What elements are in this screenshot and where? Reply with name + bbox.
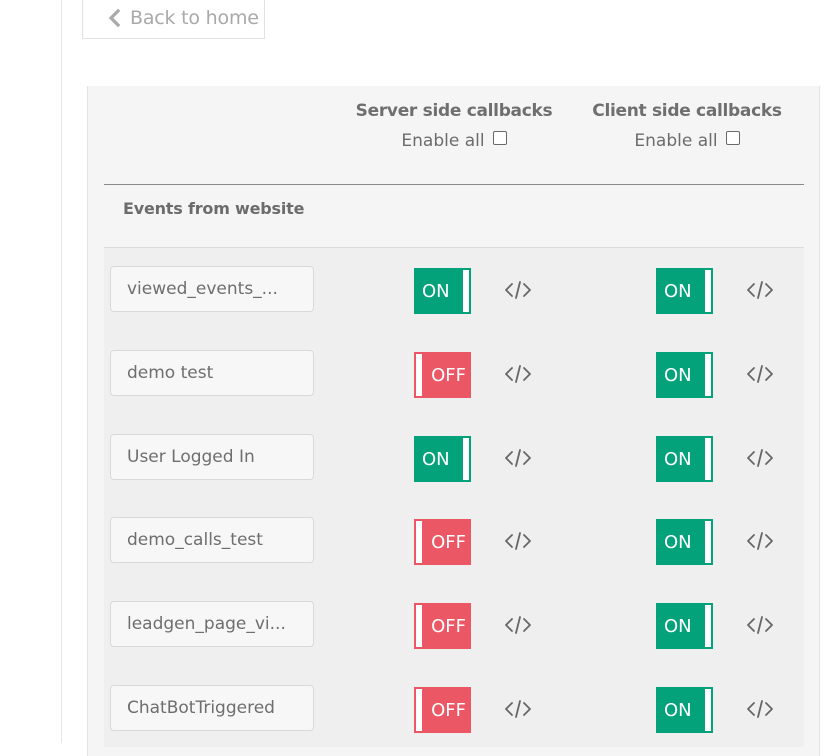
server-callback-toggle[interactable]: ON	[414, 268, 471, 314]
code-icon[interactable]	[504, 529, 532, 553]
client-column-header: Client side callbacks Enable all	[577, 101, 797, 151]
event-row: viewed_events_... ON ON	[0, 266, 837, 314]
server-callback-toggle[interactable]: OFF	[414, 603, 471, 649]
client-callback-toggle[interactable]: ON	[656, 436, 713, 482]
code-icon[interactable]	[746, 613, 774, 637]
client-toggle-label: ON	[664, 615, 692, 637]
event-row: demo test OFF ON	[0, 350, 837, 398]
code-icon[interactable]	[504, 446, 532, 470]
server-toggle-label: OFF	[431, 364, 466, 386]
event-row: leadgen_page_vi... OFF ON	[0, 601, 837, 649]
server-column-title: Server side callbacks	[355, 101, 553, 121]
client-toggle-label: ON	[664, 280, 692, 302]
client-toggle-label: ON	[664, 531, 692, 553]
server-toggle-label: ON	[422, 280, 450, 302]
server-callback-toggle[interactable]: OFF	[414, 519, 471, 565]
code-icon[interactable]	[746, 446, 774, 470]
server-enable-all-label: Enable all	[401, 131, 485, 151]
code-icon[interactable]	[504, 613, 532, 637]
event-name-field[interactable]: viewed_events_...	[110, 266, 314, 312]
server-callback-toggle[interactable]: OFF	[414, 687, 471, 733]
client-toggle-label: ON	[664, 364, 692, 386]
code-icon[interactable]	[746, 362, 774, 386]
client-column-title: Client side callbacks	[592, 101, 782, 121]
section-title: Events from website	[123, 199, 305, 218]
client-callback-toggle[interactable]: ON	[656, 687, 713, 733]
back-to-home-button[interactable]: Back to home	[82, 0, 265, 39]
client-enable-all-label: Enable all	[634, 131, 718, 151]
client-toggle-label: ON	[664, 448, 692, 470]
event-name-field[interactable]: ChatBotTriggered	[110, 685, 314, 731]
event-row: User Logged In ON ON	[0, 434, 837, 482]
event-name-field[interactable]: User Logged In	[110, 434, 314, 480]
code-icon[interactable]	[504, 278, 532, 302]
client-enable-all-checkbox[interactable]	[725, 131, 740, 145]
code-icon[interactable]	[504, 697, 532, 721]
server-callback-toggle[interactable]: ON	[414, 436, 471, 482]
server-toggle-label: ON	[422, 448, 450, 470]
client-callback-toggle[interactable]: ON	[656, 519, 713, 565]
event-row: ChatBotTriggered OFF ON	[0, 685, 837, 733]
server-callback-toggle[interactable]: OFF	[414, 352, 471, 398]
server-enable-all-checkbox[interactable]	[492, 131, 507, 145]
server-column-header: Server side callbacks Enable all	[344, 101, 564, 151]
server-toggle-label: OFF	[431, 615, 466, 637]
client-callback-toggle[interactable]: ON	[656, 603, 713, 649]
event-name-field[interactable]: demo_calls_test	[110, 517, 314, 563]
client-callback-toggle[interactable]: ON	[656, 352, 713, 398]
client-toggle-label: ON	[664, 699, 692, 721]
back-to-home-label: Back to home	[130, 6, 259, 29]
event-name-field[interactable]: demo test	[110, 350, 314, 396]
server-toggle-label: OFF	[431, 531, 466, 553]
client-callback-toggle[interactable]: ON	[656, 268, 713, 314]
code-icon[interactable]	[746, 529, 774, 553]
code-icon[interactable]	[504, 362, 532, 386]
events-list	[104, 247, 804, 747]
code-icon[interactable]	[746, 278, 774, 302]
event-row: demo_calls_test OFF ON	[0, 517, 837, 565]
event-name-field[interactable]: leadgen_page_vi...	[110, 601, 314, 647]
header-divider	[104, 184, 804, 185]
code-icon[interactable]	[746, 697, 774, 721]
server-toggle-label: OFF	[431, 699, 466, 721]
chevron-left-icon	[108, 8, 121, 27]
